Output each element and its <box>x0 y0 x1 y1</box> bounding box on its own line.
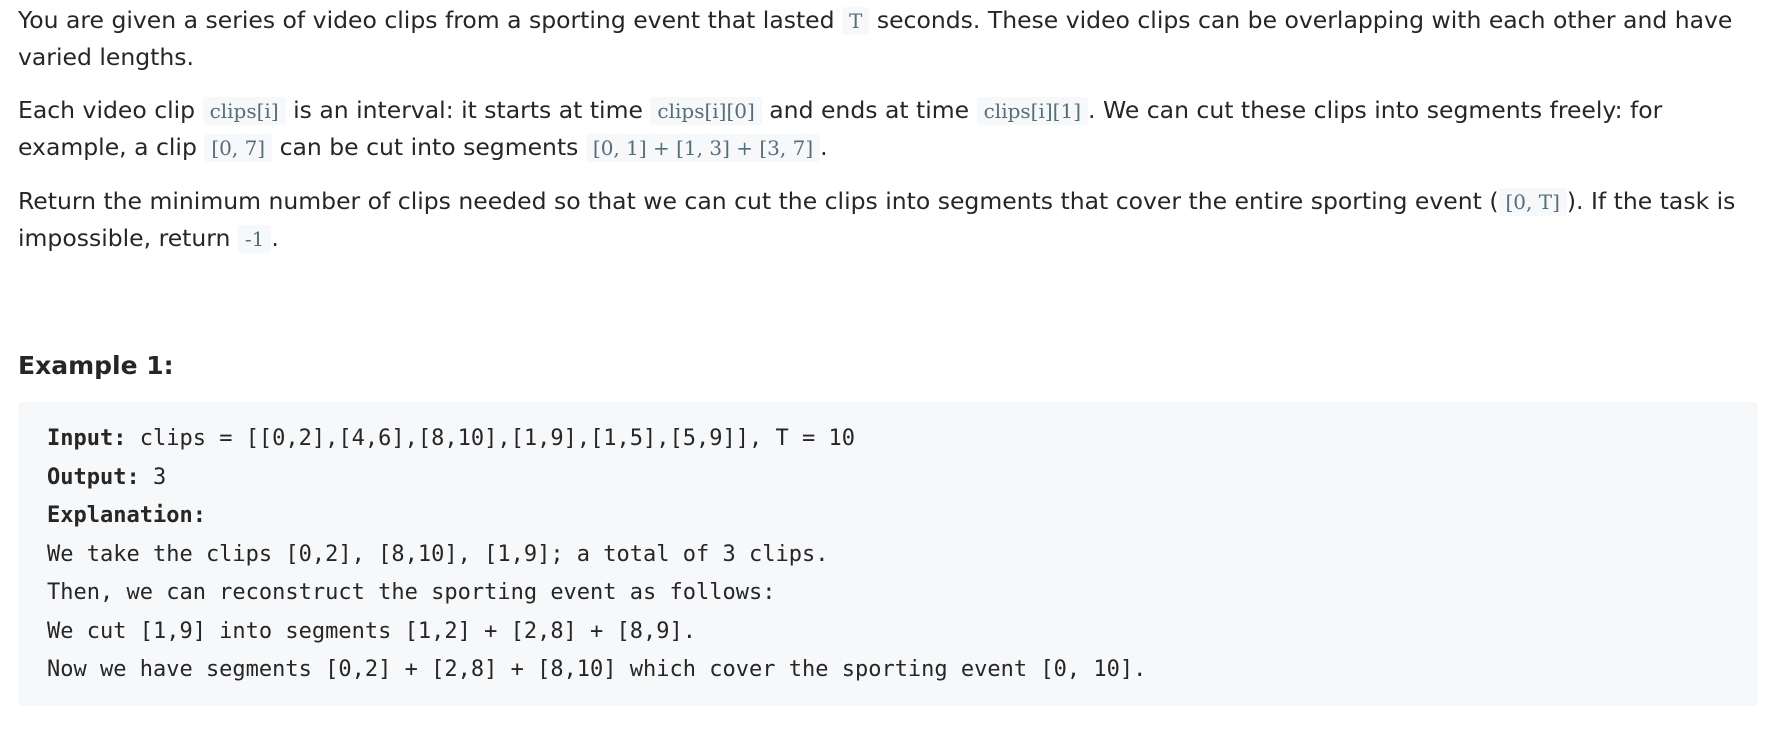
inline-code: [0, 1] + [1, 3] + [3, 7] <box>585 134 821 162</box>
output-label: Output: <box>47 464 140 490</box>
text: can be cut into segments <box>272 133 586 161</box>
paragraph-intro: You are given a series of video clips fr… <box>18 2 1758 75</box>
explanation-line: We cut [1,9] into segments [1,2] + [2,8]… <box>47 618 697 644</box>
inline-code: clips[i] <box>202 97 286 125</box>
problem-description: You are given a series of video clips fr… <box>18 2 1758 706</box>
input-line: Input: clips = [[0,2],[4,6],[8,10],[1,9]… <box>47 420 1748 459</box>
text: . <box>271 224 279 252</box>
output-line: Output: 3 <box>47 459 1748 498</box>
text: and ends at time <box>761 96 977 124</box>
text: . <box>820 133 828 161</box>
explanation-line: We take the clips [0,2], [8,10], [1,9]; … <box>47 541 829 567</box>
inline-code: T <box>842 7 870 35</box>
input-value: clips = [[0,2],[4,6],[8,10],[1,9],[1,5],… <box>126 426 855 451</box>
paragraph-task: Return the minimum number of clips neede… <box>18 183 1758 257</box>
paragraph-clip-definition: Each video clip clips[i] is an interval:… <box>18 92 1758 166</box>
explanation-label-line: Explanation: <box>47 497 1748 536</box>
inline-code: clips[i][0] <box>650 97 762 125</box>
explanation-line: Now we have segments [0,2] + [2,8] + [8,… <box>47 657 1147 682</box>
inline-code: clips[i][1] <box>976 97 1089 125</box>
inline-code: -1 <box>237 225 272 253</box>
example-title: Example 1: <box>18 351 174 380</box>
text: is an interval: it starts at time <box>285 96 651 124</box>
input-label: Input: <box>47 426 127 451</box>
explanation-line: Then, we can reconstruct the sporting ev… <box>47 580 776 605</box>
inline-code: [0, 7] <box>204 134 273 162</box>
inline-code: [0, T] <box>1498 188 1567 216</box>
explanation-label: Explanation: <box>47 503 206 528</box>
example-code-block: Input: clips = [[0,2],[4,6],[8,10],[1,9]… <box>18 402 1758 706</box>
text: You are given a series of video clips fr… <box>18 6 843 34</box>
output-value: 3 <box>139 464 167 490</box>
text: Return the minimum number of clips neede… <box>18 187 1499 215</box>
text: Each video clip <box>18 96 203 124</box>
